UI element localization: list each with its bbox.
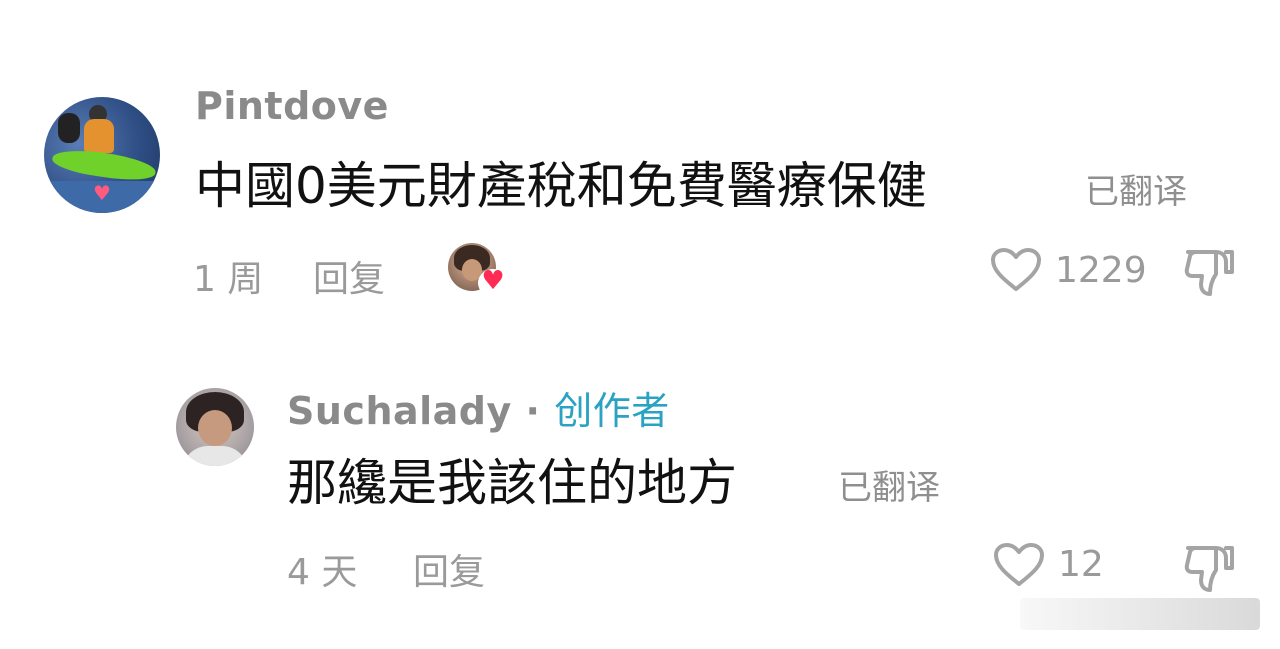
comment-username[interactable]: Pintdove (195, 84, 389, 128)
thumbs-down-icon[interactable] (1182, 244, 1236, 300)
reply-username[interactable]: Suchalady (287, 389, 512, 433)
comment-time: 1 周 (193, 259, 264, 300)
reply-avatar[interactable] (176, 388, 254, 466)
creator-badge: 创作者 (554, 389, 670, 433)
reply-reply-button[interactable]: 回复 (413, 543, 485, 595)
reply-username-line: Suchalady · 创作者 (287, 380, 670, 435)
creator-separator: · (525, 389, 541, 433)
comment-text: 中國0美元財產稅和免費醫療保健 (195, 157, 927, 215)
avatar-shirt (182, 446, 248, 466)
avatar-face (198, 410, 232, 446)
comment-like-count: 1229 (1055, 250, 1147, 291)
watermark (1020, 598, 1260, 630)
avatar-dog (58, 113, 80, 143)
heart-outline-icon[interactable] (990, 247, 1042, 293)
reply-text: 那纔是我該住的地方 (287, 454, 737, 512)
creator-liked-heart-icon: ♥ (478, 267, 508, 297)
reply-translated-label[interactable]: 已翻译 (838, 460, 940, 509)
reply-like-count: 12 (1058, 544, 1104, 585)
reply-time: 4 天 (287, 552, 358, 593)
thumbs-down-icon[interactable] (1182, 540, 1236, 596)
heart-badge-icon: ♥ (93, 181, 111, 205)
comment-translated-label[interactable]: 已翻译 (1085, 164, 1187, 213)
avatar-rider (84, 119, 114, 153)
heart-outline-icon[interactable] (993, 542, 1045, 588)
comment-reply-button[interactable]: 回复 (313, 250, 385, 302)
commenter-avatar[interactable]: ♥ (44, 97, 160, 213)
